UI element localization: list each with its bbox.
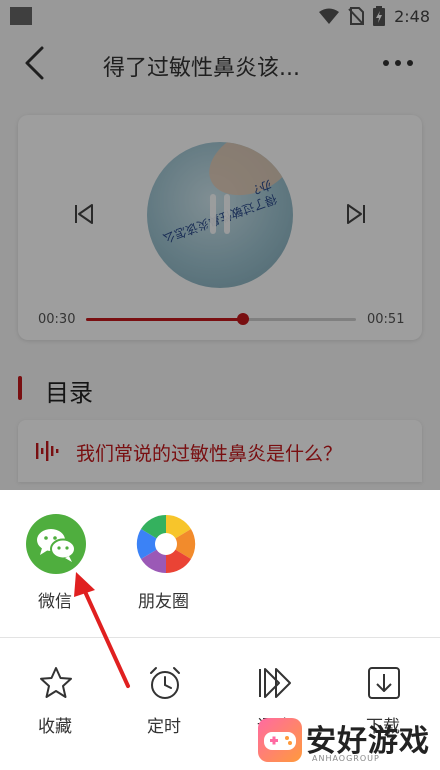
app-screen: 2:48 得了过敏性鼻炎该... 得了过敏性鼻炎该怎么办？ 00:30 00:5… — [0, 0, 440, 770]
gamepad-icon — [264, 732, 296, 750]
watermark-logo — [258, 718, 302, 762]
download-icon[interactable] — [366, 665, 402, 701]
watermark-domain: ANHAOGROUP — [312, 754, 380, 763]
sheet-divider — [0, 637, 440, 638]
favorite-label[interactable]: 收藏 — [38, 712, 72, 737]
dim-overlay[interactable] — [0, 0, 440, 490]
moments-share-button[interactable] — [136, 514, 196, 574]
moments-icon — [136, 514, 196, 574]
star-icon[interactable] — [38, 665, 74, 701]
speed-icon[interactable] — [257, 665, 293, 701]
wechat-icon — [37, 529, 76, 562]
alarm-clock-icon[interactable] — [147, 665, 183, 701]
watermark: 安好游戏 ANHAOGROUP — [258, 712, 440, 770]
moments-label: 朋友圈 — [138, 592, 189, 612]
timer-label[interactable]: 定时 — [147, 712, 181, 737]
wechat-share-button[interactable] — [26, 514, 86, 574]
wechat-label: 微信 — [38, 592, 72, 612]
